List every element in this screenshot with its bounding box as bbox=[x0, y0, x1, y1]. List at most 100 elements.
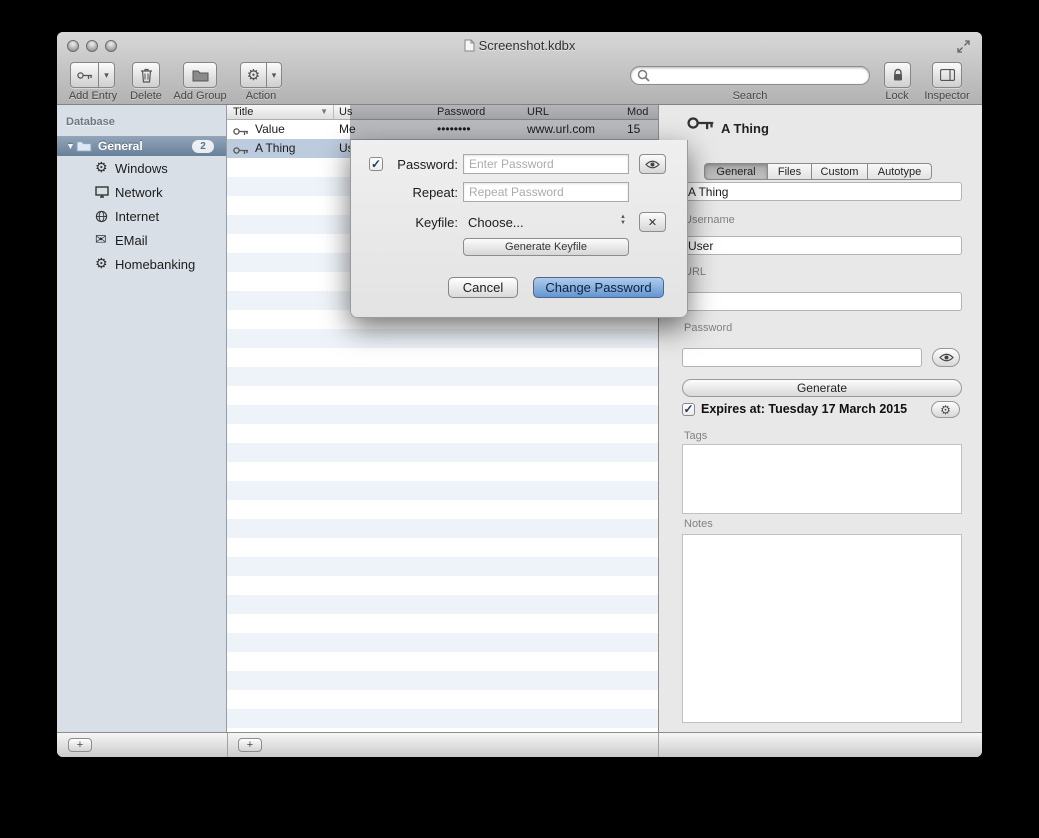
inspector-panel-icon bbox=[940, 69, 955, 81]
gear-icon: ⚙ bbox=[940, 403, 951, 417]
change-password-sheet: ✓ Password: Repeat: Keyfile: Choose... ▲… bbox=[350, 140, 688, 318]
inspector-label: Inspector bbox=[919, 90, 975, 102]
sidebar-item-network[interactable]: Network bbox=[57, 180, 226, 204]
add-group-plus-button[interactable]: + bbox=[68, 738, 92, 752]
trash-icon bbox=[140, 68, 153, 83]
column-header-title[interactable]: Title bbox=[233, 106, 253, 118]
password-label: Password bbox=[684, 322, 732, 334]
gear-icon: ⚙ bbox=[247, 66, 260, 84]
sidebar-item-label: Internet bbox=[115, 209, 159, 224]
check-icon: ✓ bbox=[683, 402, 693, 416]
cancel-button[interactable]: Cancel bbox=[448, 277, 518, 298]
window-title: Screenshot.kdbx bbox=[57, 38, 982, 53]
add-entry-label: Add Entry bbox=[63, 90, 123, 102]
lock-icon bbox=[892, 68, 904, 82]
delete-label: Delete bbox=[121, 90, 171, 102]
bottom-bar: + + bbox=[57, 732, 982, 757]
notes-field[interactable] bbox=[682, 534, 962, 723]
tags-field[interactable] bbox=[682, 444, 962, 514]
change-password-button[interactable]: Change Password bbox=[533, 277, 664, 298]
gear-icon: ⚙ bbox=[95, 160, 108, 176]
username-field[interactable] bbox=[682, 236, 962, 255]
close-icon: ✕ bbox=[648, 216, 657, 229]
sheet-show-password-button[interactable] bbox=[639, 154, 666, 174]
chevron-down-icon: ▾ bbox=[104, 70, 109, 81]
url-field[interactable] bbox=[682, 292, 962, 311]
eye-icon bbox=[645, 160, 660, 169]
search-label: Search bbox=[720, 90, 780, 102]
tab-files[interactable]: Files bbox=[768, 163, 812, 180]
sidebar-item-windows[interactable]: ⚙ Windows bbox=[57, 156, 226, 180]
tab-custom[interactable]: Custom bbox=[812, 163, 868, 180]
add-entry-plus-button[interactable]: + bbox=[238, 738, 262, 752]
document-icon bbox=[464, 39, 475, 52]
gear-icon: ⚙ bbox=[95, 256, 108, 272]
tab-autotype[interactable]: Autotype bbox=[868, 163, 932, 180]
key-icon bbox=[233, 127, 249, 136]
window-title-text: Screenshot.kdbx bbox=[479, 38, 576, 53]
delete-button[interactable] bbox=[132, 62, 160, 88]
column-divider[interactable] bbox=[333, 105, 334, 119]
search-box bbox=[630, 66, 870, 85]
folder-icon bbox=[76, 140, 92, 152]
add-entry-button[interactable] bbox=[70, 62, 99, 88]
inspector-entry-title: A Thing bbox=[721, 121, 769, 136]
tab-general[interactable]: General bbox=[704, 163, 768, 180]
sheet-shadow-overlay bbox=[350, 105, 658, 140]
expires-checkbox[interactable]: ✓ bbox=[682, 403, 695, 416]
search-icon bbox=[637, 69, 650, 82]
globe-icon bbox=[95, 210, 108, 223]
sort-indicator-icon[interactable]: ▼ bbox=[320, 107, 328, 116]
sidebar: Database ▼ General 2 ⚙ Windows Network I… bbox=[57, 105, 227, 732]
add-group-button[interactable] bbox=[183, 62, 217, 88]
group-count-badge: 2 bbox=[192, 140, 214, 153]
plus-icon: + bbox=[247, 740, 253, 751]
sidebar-item-label: Network bbox=[115, 185, 163, 200]
popup-stepper-icon[interactable]: ▲ ▼ bbox=[617, 214, 629, 226]
monitor-icon bbox=[95, 186, 109, 198]
title-field[interactable] bbox=[682, 182, 962, 201]
sidebar-header: Database bbox=[66, 116, 115, 128]
expires-text: Expires at: Tuesday 17 March 2015 bbox=[701, 402, 907, 416]
disclosure-triangle-icon[interactable]: ▼ bbox=[66, 141, 76, 151]
generate-password-button[interactable]: Generate bbox=[682, 379, 962, 397]
lock-button[interactable] bbox=[884, 62, 911, 88]
entry-key-icon bbox=[687, 115, 715, 136]
envelope-icon: ✉ bbox=[95, 232, 107, 248]
sheet-repeat-input[interactable] bbox=[463, 182, 629, 202]
pane-divider bbox=[227, 733, 228, 757]
keyfile-popup[interactable]: Choose... bbox=[468, 215, 524, 230]
sidebar-item-homebanking[interactable]: ⚙ Homebanking bbox=[57, 252, 226, 276]
eye-icon bbox=[939, 353, 954, 362]
password-field[interactable] bbox=[682, 348, 922, 367]
sheet-password-input[interactable] bbox=[463, 154, 629, 174]
sidebar-group-general[interactable]: ▼ General 2 bbox=[57, 136, 226, 156]
show-password-button[interactable] bbox=[932, 348, 960, 367]
expires-row: ✓ Expires at: Tuesday 17 March 2015 bbox=[682, 402, 907, 416]
add-group-label: Add Group bbox=[170, 90, 230, 102]
key-icon bbox=[77, 71, 93, 80]
app-window: Screenshot.kdbx ▾ Add Entry Delete Add G… bbox=[57, 32, 982, 757]
sidebar-item-email[interactable]: ✉ EMail bbox=[57, 228, 226, 252]
sheet-keyfile-label: Keyfile: bbox=[368, 215, 458, 230]
group-label: General bbox=[98, 139, 192, 153]
inspector-button[interactable] bbox=[932, 62, 962, 88]
expires-settings-button[interactable]: ⚙ bbox=[931, 401, 960, 418]
down-arrow-icon: ▼ bbox=[620, 220, 626, 226]
key-icon bbox=[233, 146, 249, 155]
generate-keyfile-button[interactable]: Generate Keyfile bbox=[463, 238, 629, 256]
sidebar-item-internet[interactable]: Internet bbox=[57, 204, 226, 228]
sidebar-item-label: EMail bbox=[115, 233, 148, 248]
action-menu-button[interactable]: ▾ bbox=[267, 62, 282, 88]
sheet-repeat-label: Repeat: bbox=[368, 185, 458, 200]
action-button[interactable]: ⚙ bbox=[240, 62, 267, 88]
add-entry-menu-button[interactable]: ▾ bbox=[99, 62, 115, 88]
plus-icon: + bbox=[77, 740, 83, 751]
search-input[interactable] bbox=[654, 69, 863, 83]
clear-keyfile-button[interactable]: ✕ bbox=[639, 212, 666, 232]
tags-label: Tags bbox=[684, 430, 707, 442]
fullscreen-icon[interactable] bbox=[957, 40, 970, 58]
inspector-panel: A Thing General Files Custom Autotype Us… bbox=[658, 105, 982, 732]
chevron-down-icon: ▾ bbox=[272, 70, 277, 81]
pane-divider bbox=[658, 733, 659, 757]
